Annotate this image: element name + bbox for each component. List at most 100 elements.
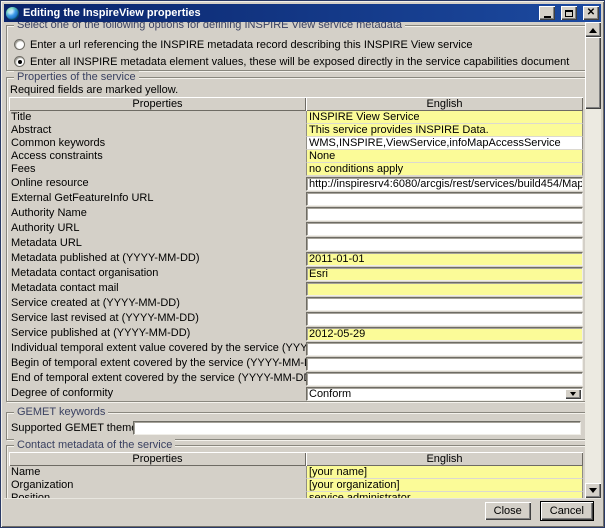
property-label: Metadata URL [9,236,306,251]
arrow-down-icon [589,488,597,497]
maximize-icon [565,10,573,17]
radio-option-all-values[interactable]: Enter all INSPIRE metadata element value… [14,55,569,68]
required-fields-note: Required fields are marked yellow. [10,84,585,97]
scroll-up-button[interactable] [585,22,601,37]
table-row: Organization [your organization] [9,479,583,492]
contact-metadata-group: Contact metadata of the service Properti… [6,445,585,498]
property-label: Service published at (YYYY-MM-DD) [9,326,306,341]
text-field[interactable] [306,192,583,206]
radio-option-url[interactable]: Enter a url referencing the INSPIRE meta… [14,38,472,51]
service-properties-group: Properties of the service Required field… [6,77,585,402]
text-field[interactable] [306,357,583,371]
property-label: Degree of conformity [9,386,306,401]
column-header-english: English [306,452,583,466]
radio-label: Enter all INSPIRE metadata element value… [30,56,569,68]
property-label: Service created at (YYYY-MM-DD) [9,296,306,311]
minimize-button[interactable] [539,6,555,20]
text-field[interactable]: 2012-05-29 [306,327,583,341]
property-label: Fees [9,163,306,176]
property-value-cell[interactable]: None [306,150,583,163]
property-label: Authority URL [9,221,306,236]
dropdown-value: Conform [309,388,351,400]
radio-label: Enter a url referencing the INSPIRE meta… [30,39,472,51]
column-header-properties: Properties [9,452,306,466]
properties-table-body: Title INSPIRE View Service Abstract This… [9,111,583,401]
text-field[interactable]: http://inspiresrv4:6080/arcgis/rest/serv… [306,177,583,191]
chevron-down-icon[interactable] [565,389,581,399]
text-field[interactable] [306,342,583,356]
radio-button-selected-icon[interactable] [14,56,25,67]
dialog-content: Select one of the following options for … [4,22,601,524]
table-row: Metadata published at (YYYY-MM-DD) 2011-… [9,251,583,266]
table-row: Title INSPIRE View Service [9,111,583,124]
contact-table-body: Name [your name] Organization [your orga… [9,466,583,498]
table-row: Begin of temporal extent covered by the … [9,356,583,371]
property-value-cell[interactable]: no conditions apply [306,163,583,176]
minimize-icon [544,16,551,18]
group-legend: Select one of the following options for … [14,22,405,32]
table-row: Abstract This service provides INSPIRE D… [9,124,583,137]
property-label: Begin of temporal extent covered by the … [9,356,306,371]
property-value-cell[interactable]: INSPIRE View Service [306,111,583,124]
gemet-themes-label: Supported GEMET themes [11,422,133,434]
property-value-cell[interactable]: [your name] [306,466,583,479]
scroll-down-button[interactable] [585,483,601,498]
table-row: External GetFeatureInfo URL [9,191,583,206]
gemet-themes-input[interactable] [133,421,581,435]
property-value-cell[interactable]: This service provides INSPIRE Data. [306,124,583,137]
button-bar: Close Cancel [4,498,601,524]
property-label: Authority Name [9,206,306,221]
group-legend: GEMET keywords [14,406,108,419]
maximize-button[interactable] [561,6,577,20]
scrollable-form-area: Select one of the following options for … [4,22,585,498]
titlebar[interactable]: Editing the InspireView properties ✕ [4,4,601,22]
property-label: Access constraints [9,150,306,163]
table-row: Individual temporal extent value covered… [9,341,583,356]
text-field[interactable]: 2011-01-01 [306,252,583,266]
arrow-up-icon [589,24,597,33]
text-field[interactable] [306,297,583,311]
table-row: Metadata contact mail [9,281,583,296]
scrollbar-thumb[interactable] [585,37,601,109]
gemet-themes-row: Supported GEMET themes [11,421,581,435]
text-field[interactable] [306,222,583,236]
property-label: Common keywords [9,137,306,150]
property-label: Name [9,466,306,479]
text-field[interactable]: Esri [306,267,583,281]
close-icon: ✕ [587,8,595,18]
table-row: Service published at (YYYY-MM-DD) 2012-0… [9,326,583,341]
radio-button-icon[interactable] [14,39,25,50]
vertical-scrollbar[interactable] [585,22,601,498]
property-value-cell[interactable]: WMS,INSPIRE,ViewService,infoMapAccessSer… [306,137,583,150]
close-window-button[interactable]: ✕ [583,6,599,20]
text-field[interactable] [306,282,583,296]
table-row: Degree of conformity Conform [9,386,583,401]
column-header-properties: Properties [9,97,306,111]
table-row: Service last revised at (YYYY-MM-DD) [9,311,583,326]
gemet-keywords-group: GEMET keywords Supported GEMET themes [6,412,585,440]
property-value-cell[interactable]: [your organization] [306,479,583,492]
text-field[interactable] [306,237,583,251]
table-row: End of temporal extent covered by the se… [9,371,583,386]
globe-icon [6,7,19,20]
table-row: Access constraints None [9,150,583,163]
group-legend: Properties of the service [14,71,139,84]
table-row: Authority Name [9,206,583,221]
text-field[interactable] [306,207,583,221]
dropdown[interactable]: Conform [306,387,583,401]
chevron-down-glyph [570,392,576,399]
text-field[interactable] [306,372,583,386]
cancel-button[interactable]: Cancel [540,501,594,521]
text-field[interactable] [306,312,583,326]
property-label: Abstract [9,124,306,137]
table-row: Authority URL [9,221,583,236]
table-header: Properties English [9,97,583,111]
table-row: Metadata contact organisation Esri [9,266,583,281]
property-label: Metadata contact organisation [9,266,306,281]
close-button[interactable]: Close [485,502,531,520]
group-legend: Contact metadata of the service [14,439,175,452]
table-header: Properties English [9,452,583,466]
window-title: Editing the InspireView properties [23,7,533,19]
dialog-window: Editing the InspireView properties ✕ Sel… [0,0,605,528]
metadata-options-group: Select one of the following options for … [6,25,585,71]
